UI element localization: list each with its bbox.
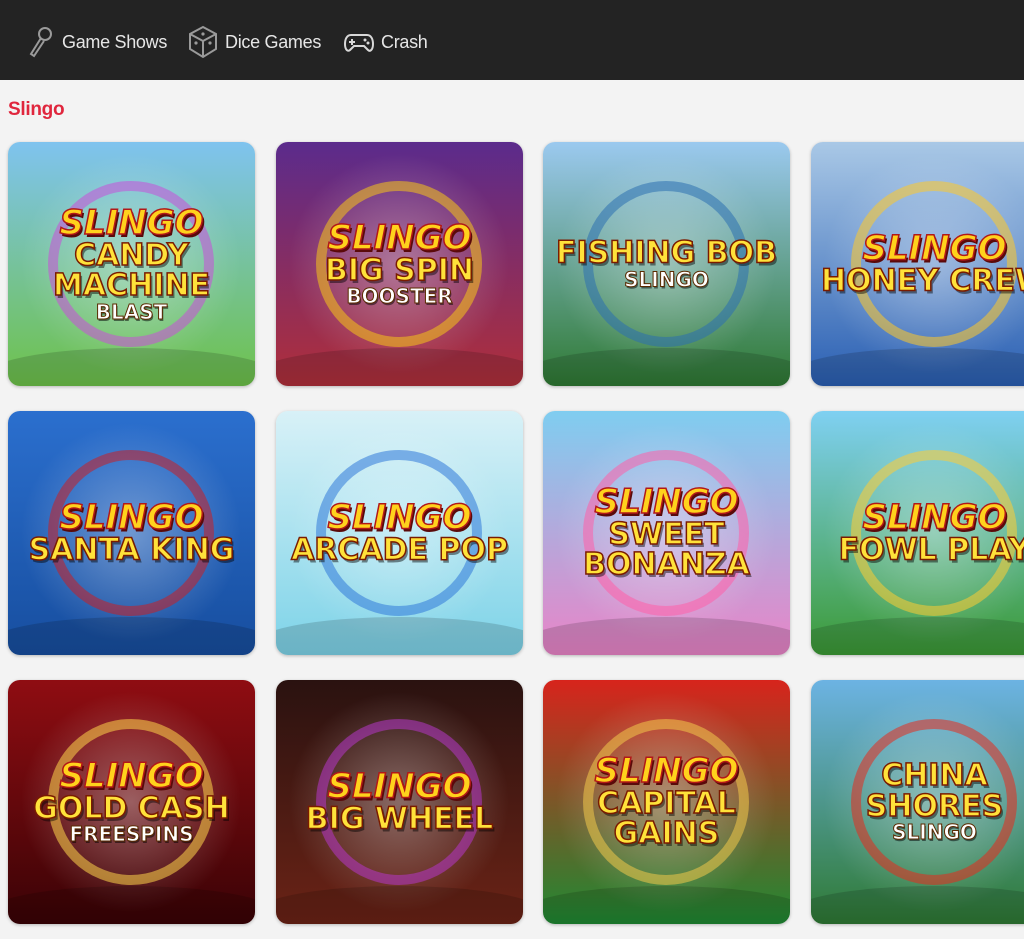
game-tile[interactable]: CHINA SHORES SLINGO [811,680,1024,924]
game-title-art: SLINGOHONEY CREW [811,228,1024,299]
game-title-art: SLINGO BIG WHEEL [276,766,523,837]
game-tile[interactable]: FISHING BOB SLINGO [543,142,790,386]
game-logo-text: SLINGO [59,756,205,797]
game-title-text: SWEET BONANZA [582,516,750,583]
game-title-art: SLINGO CANDY MACHINE BLAST [8,202,255,324]
game-title-art: SLINGO GOLD CASH FREESPINS [8,756,255,847]
game-tile[interactable]: SLINGO CANDY MACHINE BLAST [8,142,255,386]
game-title-art: CHINA SHORES SLINGO [811,758,1024,845]
game-title-art: SLINGO ARCADE POP [276,497,523,568]
game-logo-text: SLINGO [59,497,205,538]
game-title-text: BIG WHEEL [305,801,494,837]
nav-item-dice-games[interactable]: Dice Games [187,22,321,62]
nav-item-game-shows[interactable]: Game Shows [26,22,167,62]
game-title-text: HONEY CREW [820,263,1024,299]
game-tile[interactable]: SLINGO ARCADE POP [276,411,523,655]
game-tile[interactable]: SLINGO BIG WHEEL [276,680,523,924]
game-logo-text: SLINGO [327,218,473,259]
game-title-text: CAPITAL GAINS [596,785,736,852]
game-logo-text: SLINGO [862,228,1008,269]
game-title-text: BIG SPIN [324,252,474,288]
game-tile[interactable]: SLINGO SANTA KING [8,411,255,655]
game-title-art: SLINGO CAPITAL GAINS [543,751,790,852]
game-title-text: FOWL PLAY [838,532,1024,568]
dice-icon [189,25,217,59]
game-logo-text: SLINGO [59,202,205,243]
game-title-text: GOLD CASH [32,790,230,826]
game-title-art: SLINGO SANTA KING [8,497,255,568]
game-title-text: ARCADE POP [290,532,508,568]
game-subtitle-text: BOOSTER [346,284,453,309]
top-navigation: Game Shows Dice Games Crash [0,0,1024,80]
game-tile[interactable]: SLINGOHONEY CREW [811,142,1024,386]
gamepad-icon [343,34,375,52]
game-logo-text: SLINGO [327,766,473,807]
game-title-text: CHINA SHORES [865,758,1004,824]
microphone-icon [29,27,52,58]
nav-label: Dice Games [225,31,322,52]
game-logo-text: SLINGO [327,497,473,538]
game-title-art: FISHING BOB SLINGO [543,235,790,292]
game-subtitle-text: BLAST [95,299,168,324]
game-title-art: SLINGO BIG SPIN BOOSTER [276,218,523,309]
game-subtitle-text: SLINGO [624,267,710,292]
game-title-text: SANTA KING [28,532,235,568]
game-logo-text: SLINGO [594,751,740,792]
nav-item-crash[interactable]: Crash [343,22,428,62]
game-title-text: CANDY MACHINE [52,237,210,304]
section-title: Slingo [8,99,65,120]
game-tile[interactable]: SLINGO BIG SPIN BOOSTER [276,142,523,386]
game-title-art: SLINGO SWEET BONANZA [543,482,790,583]
game-tile[interactable]: SLINGO SWEET BONANZA [543,411,790,655]
game-logo-text: SLINGO [594,482,740,523]
game-tile[interactable]: SLINGO GOLD CASH FREESPINS [8,680,255,924]
nav-label: Crash [381,31,428,52]
game-title-text: FISHING BOB [555,235,777,271]
game-title-art: SLINGO FOWL PLAY [811,497,1024,568]
game-subtitle-text: FREESPINS [69,822,194,847]
nav-label: Game Shows [62,31,168,52]
game-subtitle-text: SLINGO [892,820,978,845]
game-tile[interactable]: SLINGO CAPITAL GAINS [543,680,790,924]
game-logo-text: SLINGO [862,497,1008,538]
game-tile[interactable]: SLINGO FOWL PLAY [811,411,1024,655]
